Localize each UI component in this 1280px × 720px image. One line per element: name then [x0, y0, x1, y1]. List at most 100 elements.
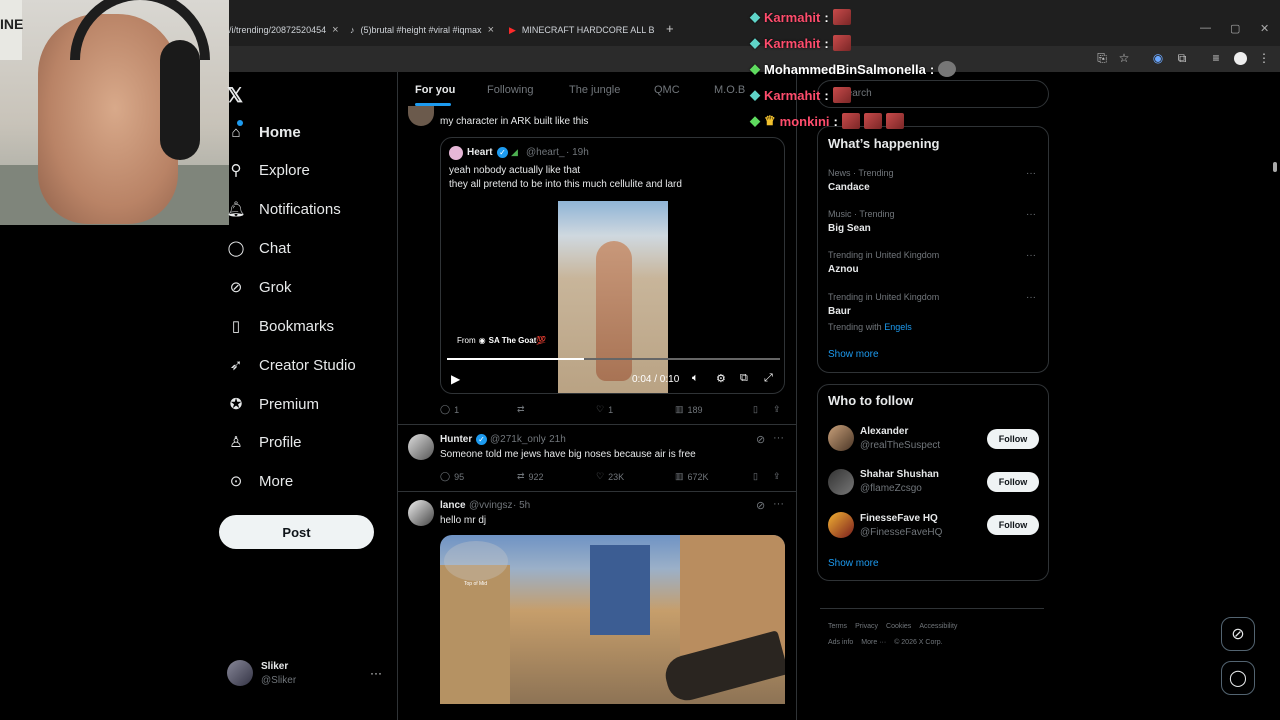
close-icon[interactable]: × — [488, 24, 494, 36]
follow-button[interactable]: Follow — [987, 429, 1039, 449]
trend-item[interactable]: Trending in United Kingdom Aznou — [828, 250, 939, 275]
nav-item-grok[interactable]: ⊘ Grok — [227, 275, 292, 299]
fullscreen-icon[interactable]: ⤢ — [764, 372, 773, 385]
nav-item-creator-studio[interactable]: ➶ Creator Studio — [227, 353, 356, 377]
post-author-name[interactable]: lance — [440, 500, 466, 511]
show-more-link[interactable]: Show more — [828, 349, 879, 360]
tab-for-you[interactable]: For you — [415, 84, 455, 96]
browser-tab-tiktok[interactable]: ♪ (5)brutal #height #viral #iqmax × — [350, 20, 495, 40]
more-icon[interactable]: ··· — [1026, 250, 1036, 261]
trend-item[interactable]: Music · Trending Big Sean — [828, 209, 895, 234]
install-app-icon[interactable]: ⎘ — [1094, 50, 1110, 66]
account-handle: @Sliker — [261, 675, 297, 686]
trend-item[interactable]: Trending in United Kingdom Baur Trending… — [828, 292, 939, 332]
more-icon[interactable]: ··· — [1026, 292, 1036, 303]
repost-button[interactable]: ⇄ 922 — [517, 471, 544, 482]
like-button[interactable]: ♡ 23K — [596, 471, 624, 482]
game-video[interactable]: Top of Mid — [440, 535, 785, 704]
quote-tweet[interactable]: Heart ✓ ◢ @heart_ · 19h yeah nobody actu… — [440, 137, 785, 394]
volume-icon[interactable]: 🔈︎ — [692, 372, 699, 385]
footer-link[interactable]: Privacy — [855, 623, 878, 630]
follow-button[interactable]: Follow — [987, 472, 1039, 492]
repost-button[interactable]: ⇄ — [517, 404, 529, 415]
avatar[interactable] — [828, 512, 854, 538]
video-player[interactable] — [558, 201, 668, 393]
views-button[interactable]: ▥ 189 — [675, 404, 703, 415]
puzzle-icon[interactable]: ⧉ — [1174, 50, 1190, 66]
pip-icon[interactable]: ⧉ — [740, 372, 748, 385]
follow-button[interactable]: Follow — [987, 515, 1039, 535]
show-more-link[interactable]: Show more — [828, 558, 879, 569]
new-tab-button[interactable]: + — [666, 21, 674, 36]
footer-link[interactable]: Terms — [828, 623, 847, 630]
x-logo-icon[interactable]: 𝕏 — [227, 83, 243, 108]
nav-item-premium[interactable]: ✪ Premium — [227, 392, 319, 416]
extension-audio-icon[interactable]: ◉ — [1150, 50, 1166, 66]
nav-item-more[interactable]: ⊙ More — [227, 469, 293, 493]
tab-mob[interactable]: M.O.B — [714, 84, 745, 96]
share-icon[interactable]: ⇪ — [773, 404, 781, 415]
account-name[interactable]: Sliker — [261, 661, 288, 672]
scrollbar-thumb[interactable] — [1273, 162, 1277, 172]
trend-item[interactable]: News · Trending Candace — [828, 168, 894, 193]
divider — [398, 424, 796, 425]
chart-icon: ▥ — [675, 471, 684, 481]
emote-icon — [832, 35, 851, 51]
close-window-icon[interactable]: ✕ — [1260, 22, 1269, 35]
settings-gear-icon[interactable]: ⚙ — [716, 372, 726, 385]
nav-item-notifications[interactable]: 🔔︎ Notifications — [226, 197, 340, 221]
bookmark-icon[interactable]: ▯ — [753, 404, 758, 415]
browser-tab-trending[interactable]: /i/trending/20872520454 × — [229, 20, 339, 40]
nav-item-explore[interactable]: ⚲ Explore — [227, 158, 310, 182]
share-icon[interactable]: ⇪ — [773, 471, 781, 482]
suggested-name[interactable]: Shahar Shushan — [860, 469, 939, 480]
post-author-name[interactable]: Hunter — [440, 434, 472, 445]
more-icon[interactable]: ··· — [1026, 209, 1036, 220]
suggested-name[interactable]: Alexander — [860, 426, 908, 437]
avatar[interactable] — [227, 660, 253, 686]
gem-badge-icon: ◆ — [750, 113, 760, 128]
suggested-name[interactable]: FinesseFave HQ — [860, 513, 938, 524]
post-button[interactable]: Post — [219, 515, 374, 549]
grok-icon[interactable]: ⊘ — [756, 499, 765, 512]
avatar[interactable] — [828, 469, 854, 495]
minimize-icon[interactable]: — — [1200, 22, 1211, 34]
maximize-icon[interactable]: ▢ — [1230, 22, 1240, 35]
more-icon[interactable]: ··· — [1026, 168, 1036, 179]
browser-tab-youtube[interactable]: ▶ MINECRAFT HARDCORE ALL BO × — [509, 20, 654, 40]
nav-item-chat[interactable]: ◯ Chat — [227, 236, 291, 260]
bookmark-icon[interactable]: ▯ — [753, 471, 758, 482]
more-icon[interactable]: ··· — [773, 498, 784, 510]
kebab-menu-icon[interactable]: ⋮ — [1256, 50, 1272, 66]
footer-link[interactable]: More ··· — [861, 639, 886, 646]
repost-icon: ⇄ — [517, 471, 525, 481]
star-icon[interactable]: ☆ — [1116, 50, 1132, 66]
play-icon[interactable]: ▶ — [451, 372, 460, 386]
nav-item-profile[interactable]: ♙ Profile — [227, 430, 301, 454]
tab-qmc[interactable]: QMC — [654, 84, 680, 96]
reply-button[interactable]: ◯ 95 — [440, 471, 464, 482]
avatar[interactable] — [408, 434, 434, 460]
close-icon[interactable]: × — [332, 24, 338, 36]
footer-link[interactable]: Cookies — [886, 623, 911, 630]
grok-icon[interactable]: ⊘ — [756, 433, 765, 446]
footer-link[interactable]: Accessibility — [919, 623, 957, 630]
avatar[interactable] — [408, 500, 434, 526]
avatar[interactable] — [1232, 50, 1248, 66]
like-button[interactable]: ♡ 1 — [596, 404, 613, 415]
scrollbar[interactable] — [1272, 72, 1278, 712]
search-input[interactable]: Search — [817, 80, 1049, 108]
nav-item-home[interactable]: ⌂ Home — [227, 120, 300, 144]
reply-button[interactable]: ◯ 1 — [440, 404, 459, 415]
tab-following[interactable]: Following — [487, 84, 533, 96]
account-more-icon[interactable]: ··· — [370, 666, 382, 680]
nav-item-bookmarks[interactable]: ▯ Bookmarks — [227, 314, 334, 338]
avatar[interactable] — [828, 425, 854, 451]
tab-the-jungle[interactable]: The jungle — [569, 84, 620, 96]
more-icon[interactable]: ··· — [773, 432, 784, 444]
messages-fab-icon[interactable]: ◯ — [1221, 661, 1255, 695]
reading-list-icon[interactable]: ≡ — [1208, 50, 1224, 66]
grok-fab-icon[interactable]: ⊘ — [1221, 617, 1255, 651]
views-button[interactable]: ▥ 672K — [675, 471, 709, 482]
footer-link[interactable]: Ads info — [828, 639, 853, 646]
